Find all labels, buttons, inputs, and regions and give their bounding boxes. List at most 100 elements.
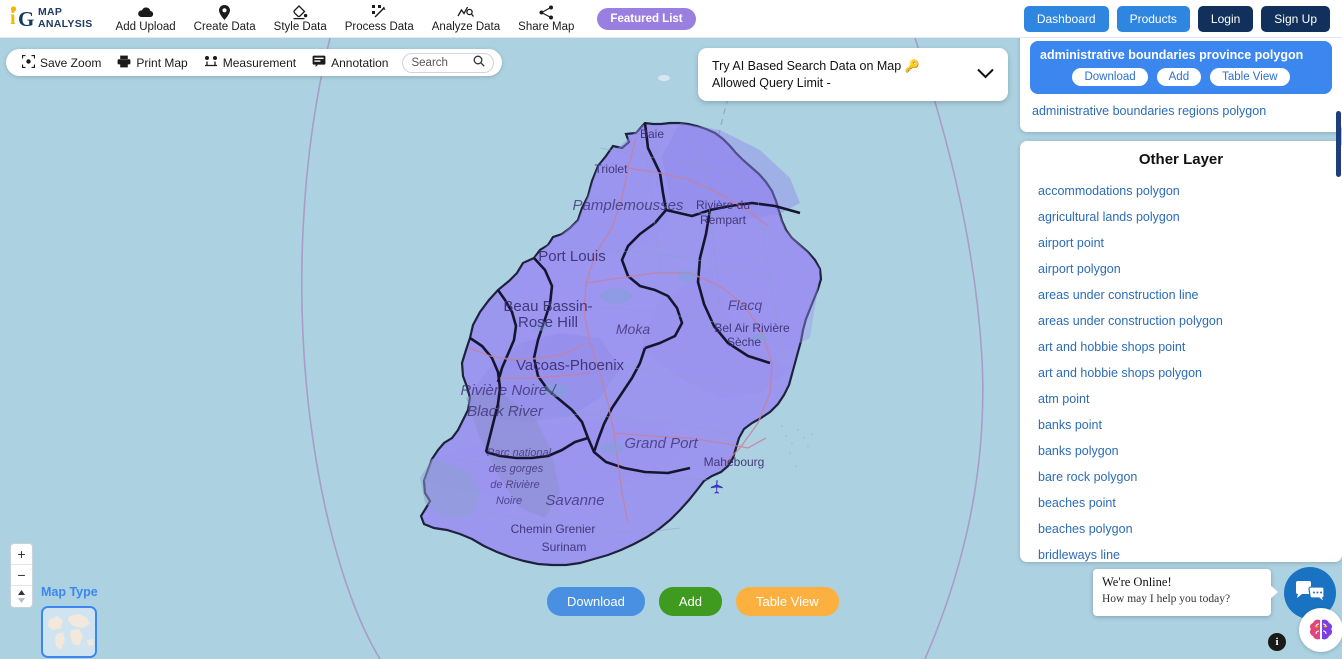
map-label: Baie xyxy=(640,127,664,141)
measurement-button[interactable]: Measurement xyxy=(196,55,304,71)
map-label: Rose Hill xyxy=(518,314,578,331)
nav-label: Process Data xyxy=(345,21,414,33)
logo-line-1: MAP xyxy=(38,7,93,18)
other-layer-item[interactable]: airport point xyxy=(1034,230,1328,256)
toolbar-label: Annotation xyxy=(331,56,388,70)
zoom-controls: + − xyxy=(10,543,33,608)
world-map-icon xyxy=(43,608,95,656)
nav-item-style-data[interactable]: Style Data xyxy=(265,0,336,38)
ai-brain-button[interactable] xyxy=(1299,608,1342,652)
info-icon[interactable]: i xyxy=(1268,633,1286,651)
map-type-thumbnail[interactable] xyxy=(41,606,97,658)
gis-data-panel: Download GIS Data administrative boundar… xyxy=(1020,8,1342,562)
map-label: Vacoas-Phoenix xyxy=(516,357,625,374)
cloud-upload-icon xyxy=(137,5,154,20)
other-layer-item[interactable]: art and hobbie shops point xyxy=(1034,334,1328,360)
other-layer-item[interactable]: beaches point xyxy=(1034,490,1328,516)
other-layer-item[interactable]: atm point xyxy=(1034,386,1328,412)
key-icon: 🔑 xyxy=(905,59,920,73)
nav-item-add-upload[interactable]: Add Upload xyxy=(107,0,185,38)
zoom-out-button[interactable]: − xyxy=(11,565,32,586)
map-pin-icon xyxy=(219,5,230,20)
login-button[interactable]: Login xyxy=(1198,6,1253,32)
download-button[interactable]: Download xyxy=(547,587,645,616)
map-toolbar: Save Zoom Print Map Measurement Annotati… xyxy=(6,49,502,76)
app-logo[interactable]: i G MAP ANALYSIS xyxy=(8,5,93,33)
layer-table-view-chip[interactable]: Table View xyxy=(1210,68,1289,86)
logo-letter-g: G xyxy=(18,9,34,30)
nav-label: Style Data xyxy=(274,21,327,33)
measure-icon xyxy=(204,55,218,71)
other-layer-item[interactable]: agricultural lands polygon xyxy=(1034,204,1328,230)
toolbar-label: Save Zoom xyxy=(40,56,101,70)
map-type-label: Map Type xyxy=(41,585,98,599)
chat-icon xyxy=(1295,581,1325,605)
featured-list-button[interactable]: Featured List xyxy=(597,8,695,30)
save-zoom-button[interactable]: Save Zoom xyxy=(14,55,109,71)
selected-layer-name: administrative boundaries province polyg… xyxy=(1040,48,1322,62)
other-layer-item[interactable]: areas under construction line xyxy=(1034,282,1328,308)
other-layer-item[interactable]: airport polygon xyxy=(1034,256,1328,282)
add-button[interactable]: Add xyxy=(659,587,722,616)
nav-label: Analyze Data xyxy=(432,21,500,33)
layer-add-chip[interactable]: Add xyxy=(1157,68,1201,86)
map-label: Mahebourg xyxy=(704,455,765,469)
dashboard-button[interactable]: Dashboard xyxy=(1024,6,1109,32)
map-label: Bel Air Rivière xyxy=(714,321,790,335)
search-input[interactable]: Search xyxy=(402,53,494,73)
process-nodes-icon xyxy=(372,5,387,20)
map-label: des gorges xyxy=(489,463,544,475)
other-layer-item[interactable]: beaches polygon xyxy=(1034,516,1328,542)
map-label: Moka xyxy=(616,321,650,337)
signup-button[interactable]: Sign Up xyxy=(1261,6,1330,32)
map-label: Rempart xyxy=(700,213,747,227)
other-layer-item[interactable]: banks point xyxy=(1034,412,1328,438)
map-label: Sèche xyxy=(727,335,761,349)
other-layer-item[interactable]: bare rock polygon xyxy=(1034,464,1328,490)
nav-item-analyze-data[interactable]: Analyze Data xyxy=(423,0,509,38)
annotation-button[interactable]: Annotation xyxy=(304,55,396,70)
brain-icon xyxy=(1308,618,1334,642)
selected-layer-item[interactable]: administrative boundaries province polyg… xyxy=(1030,41,1332,94)
map-label: Surinam xyxy=(542,540,587,554)
gis-layer-item[interactable]: administrative boundaries regions polygo… xyxy=(1030,100,1332,122)
analytics-icon xyxy=(457,5,474,20)
nav-item-share-map[interactable]: Share Map xyxy=(509,0,583,38)
other-layer-item[interactable]: areas under construction polygon xyxy=(1034,308,1328,334)
nav-label: Create Data xyxy=(194,21,256,33)
logo-mark-icon: i G xyxy=(8,5,34,33)
map-label: Black River xyxy=(467,403,544,420)
compass-reset-button[interactable] xyxy=(11,586,32,607)
map-label: Port Louis xyxy=(538,248,606,265)
other-layer-item[interactable]: banks polygon xyxy=(1034,438,1328,464)
print-map-button[interactable]: Print Map xyxy=(109,55,195,71)
products-button[interactable]: Products xyxy=(1117,6,1190,32)
table-view-button[interactable]: Table View xyxy=(736,587,839,616)
other-layer-item[interactable]: art and hobbie shops polygon xyxy=(1034,360,1328,386)
map-label: Chemin Grenier xyxy=(511,522,596,536)
map-label: Parc national xyxy=(487,447,552,459)
other-layer-item[interactable]: accommodations polygon xyxy=(1034,178,1328,204)
toolbar-label: Measurement xyxy=(223,56,296,70)
layer-download-chip[interactable]: Download xyxy=(1072,68,1147,86)
nav-item-process-data[interactable]: Process Data xyxy=(336,0,423,38)
panel-scrollbar-thumb[interactable] xyxy=(1336,111,1341,177)
search-icon xyxy=(473,55,485,70)
nav-label: Add Upload xyxy=(116,21,176,33)
ai-search-line-2: Allowed Query Limit - xyxy=(712,75,971,91)
ai-search-panel[interactable]: Try AI Based Search Data on Map 🔑 Allowe… xyxy=(698,48,1008,101)
map-label: Savanne xyxy=(545,492,604,509)
other-layer-card: Other Layer accommodations polygonagricu… xyxy=(1020,141,1342,562)
zoom-in-button[interactable]: + xyxy=(11,544,32,565)
map-action-buttons: Download Add Table View xyxy=(547,587,839,616)
map-label: Grand Port xyxy=(624,435,698,452)
map-label: Noire xyxy=(496,495,522,507)
map-label: de Rivière xyxy=(490,479,540,491)
annotation-icon xyxy=(312,55,326,70)
map-label: Triolet xyxy=(595,162,629,176)
other-layer-item[interactable]: bridleways line xyxy=(1034,542,1328,562)
chat-greeting-bubble[interactable]: We're Online! How may I help you today? xyxy=(1093,569,1271,616)
nav-label: Share Map xyxy=(518,21,574,33)
chevron-down-icon[interactable] xyxy=(977,66,994,84)
nav-item-create-data[interactable]: Create Data xyxy=(185,0,265,38)
